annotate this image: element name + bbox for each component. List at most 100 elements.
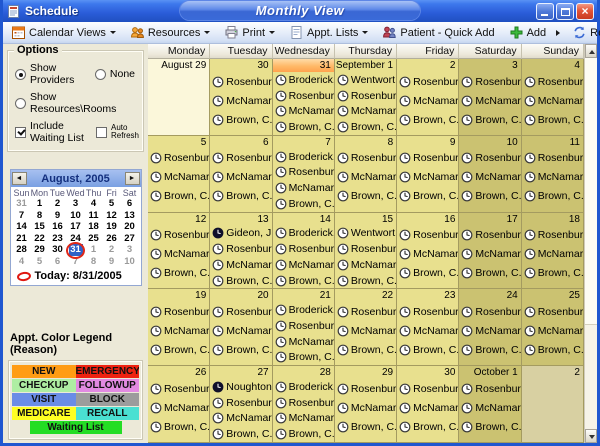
appointment[interactable]: McNamar... [399,321,458,340]
appointment[interactable]: Brown, C... [337,273,396,289]
appointment[interactable]: Rosenbur... [524,226,583,245]
none-radio[interactable] [95,69,106,80]
maximize-button[interactable] [556,3,574,20]
appointment[interactable]: Brown, C... [212,273,271,289]
mini-calendar-day[interactable]: 9 [103,256,121,268]
appointment[interactable]: McNamar... [399,245,458,264]
appointment[interactable]: Rosenbur... [275,395,334,411]
appointment[interactable]: Rosenbur... [337,379,396,398]
day-cell[interactable]: 30 [397,366,459,443]
appointment[interactable]: Rosenbur... [150,226,209,245]
mini-calendar-day[interactable]: 6 [121,198,139,210]
appointment[interactable]: McNamar... [399,91,458,110]
appointment[interactable]: Rosenbur... [150,379,209,398]
mini-calendar-day[interactable]: 12 [103,210,121,222]
appointment[interactable]: Brown, C... [461,417,520,436]
day-cell[interactable]: 15 [335,213,397,290]
more-tools-icon[interactable] [556,30,560,36]
appointment[interactable]: Rosenbur... [399,149,458,168]
auto-refresh-checkbox[interactable] [96,127,107,138]
day-cell[interactable]: 20 [210,289,272,366]
appointment[interactable]: Rosenbur... [461,379,520,398]
mini-calendar-day[interactable]: 2 [49,198,67,210]
minimize-button[interactable] [536,3,554,20]
day-cell[interactable]: 23 [397,289,459,366]
appointment[interactable]: Brown, C... [399,417,458,436]
mini-calendar-day[interactable]: 30 [49,244,67,256]
appointment[interactable]: McNamar... [275,334,334,350]
appointment[interactable]: Rosenbur... [150,149,209,168]
appointment[interactable]: McNamar... [524,91,583,110]
day-cell[interactable]: 6 [210,136,272,213]
appointment[interactable]: Brown, C... [524,264,583,283]
appointment[interactable]: Rosenbur... [461,302,520,321]
appointment[interactable]: Brown, C... [461,340,520,359]
appointment[interactable]: Rosenbur... [524,302,583,321]
appointment[interactable]: Brown, C... [212,110,271,129]
mini-calendar-day[interactable]: 8 [85,256,103,268]
appointment[interactable]: Rosenbur... [399,226,458,245]
mini-calendar-day[interactable]: 19 [103,221,121,233]
appointment[interactable]: McNamar... [150,398,209,417]
today-line[interactable]: Today: 8/31/2005 [11,267,141,285]
day-cell[interactable]: 5 [148,136,210,213]
day-cell[interactable]: September 1 [335,59,397,136]
add-button[interactable]: Add [503,23,553,43]
appointment[interactable]: Brown, C... [212,340,271,359]
appointment[interactable]: McNamar... [461,245,520,264]
patient-quick-add-button[interactable]: Patient - Quick Add [376,23,500,43]
mini-calendar-day[interactable]: 16 [49,221,67,233]
appointment[interactable]: McNamar... [275,257,334,273]
appointment[interactable]: Brown, C... [524,340,583,359]
appointment[interactable]: McNamar... [212,91,271,110]
appointment[interactable]: McNamar... [150,168,209,187]
appointment[interactable]: McNamar... [212,168,271,187]
mini-calendar-day[interactable]: 21 [13,233,31,245]
mini-calendar-day[interactable]: 6 [49,256,67,268]
appointment[interactable]: McNamar... [461,321,520,340]
appointment[interactable]: Rosenbur... [212,72,271,91]
appointment[interactable]: McNamar... [461,91,520,110]
mini-calendar-day[interactable]: 28 [13,244,31,256]
mini-calendar-day[interactable]: 10 [121,256,139,268]
appointment[interactable]: McNamar... [212,411,271,427]
appointment[interactable]: Brown, C... [275,196,334,212]
day-cell[interactable]: 24 [459,289,521,366]
appointment[interactable]: Rosenbur... [461,149,520,168]
appointment[interactable]: McNamar... [524,245,583,264]
appointment[interactable]: Brown, C... [399,110,458,129]
print-button[interactable]: Print [218,23,281,43]
mini-calendar-day[interactable]: 14 [13,221,31,233]
day-cell[interactable]: 28 [273,366,335,443]
mini-calendar-day[interactable]: 31 [13,198,31,210]
appointment[interactable]: Rosenbur... [275,241,334,257]
appointment[interactable]: Brown, C... [399,264,458,283]
appointment[interactable]: Rosenbur... [399,72,458,91]
day-cell[interactable]: 9 [397,136,459,213]
appointment[interactable]: Gideon, J... [212,226,271,242]
day-cell[interactable]: 31 [273,59,335,136]
appointment[interactable]: McNamar... [275,103,334,119]
mini-calendar-day[interactable]: 1 [31,198,49,210]
mini-calendar-day[interactable]: 5 [103,198,121,210]
day-cell[interactable]: 16 [397,213,459,290]
appointment[interactable]: Brown, C... [150,187,209,206]
appointment[interactable]: Wentwort... [337,72,396,88]
day-cell[interactable]: 3 [459,59,521,136]
day-cell[interactable]: 26 [148,366,210,443]
day-cell[interactable]: 13 [210,213,272,290]
appointment[interactable]: Brown, C... [524,110,583,129]
appointment[interactable]: Broderick,... [275,72,334,88]
appointment[interactable]: Brown, C... [212,426,271,442]
appointment[interactable]: Broderick,... [275,379,334,395]
appointment[interactable]: Broderick,... [275,149,334,165]
appointment[interactable]: Broderick,... [275,302,334,318]
mini-calendar-day[interactable]: 25 [85,233,103,245]
appointment[interactable]: McNamar... [275,411,334,427]
appointment[interactable]: Brown, C... [461,187,520,206]
appointment[interactable]: McNamar... [337,398,396,417]
day-cell[interactable]: 19 [148,289,210,366]
appointment[interactable]: McNamar... [337,257,396,273]
appointment[interactable]: Rosenbur... [275,165,334,181]
day-cell[interactable]: 7 [273,136,335,213]
